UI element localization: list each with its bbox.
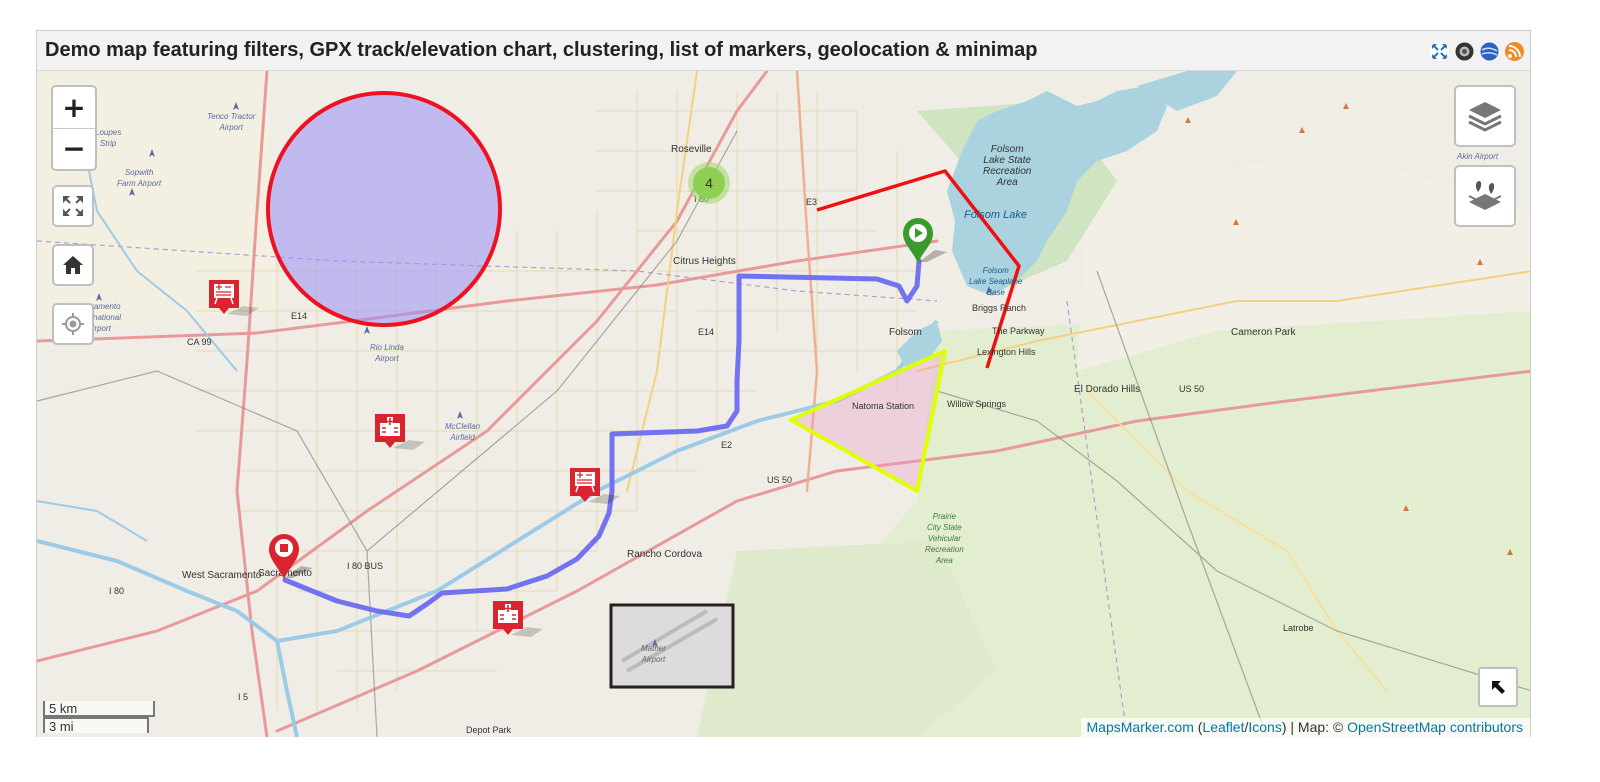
label-mather-text: Mather Airport — [641, 644, 666, 664]
label-akin-text: Akin Airport — [1457, 152, 1499, 161]
label-el-dorado-hills: El Dorado Hills — [1074, 384, 1141, 395]
label-mather: Mather Airport — [641, 643, 666, 665]
label-latrobe: Latrobe — [1283, 623, 1314, 633]
scale-imperial: 3 mi — [43, 717, 149, 734]
label-cameron-park: Cameron Park — [1231, 327, 1296, 338]
label-willow-springs: Willow Springs — [947, 399, 1007, 409]
label-folsom-lake-sra: Folsom Lake State Recreation Area — [983, 144, 1031, 188]
geolocate-button[interactable] — [52, 303, 94, 345]
label-mcclellan: McClellan Airfield — [445, 421, 480, 443]
label-rio-linda-text: Rio Linda Airport — [370, 343, 404, 363]
label-folsom-lake: Folsom Lake — [964, 209, 1027, 221]
map-canvas[interactable]: Roseville Citrus Heights Folsom El Dorad… — [37, 71, 1530, 737]
basemap — [37, 71, 1530, 737]
label-depot-park: Depot Park — [466, 725, 512, 735]
map-header: Demo map featuring filters, GPX track/el… — [37, 31, 1530, 71]
fullscreen-icon[interactable] — [1430, 42, 1449, 61]
label-ca99: CA 99 — [187, 337, 212, 347]
home-button[interactable] — [52, 244, 94, 286]
arrow-up-left-icon — [1492, 681, 1505, 694]
label-e2: E2 — [721, 440, 733, 450]
kml-icon[interactable] — [1480, 42, 1499, 61]
label-rancho-cordova: Rancho Cordova — [627, 549, 703, 560]
scale-metric: 5 km — [43, 701, 155, 717]
label-tenco-text: Tenco Tractor Airport — [207, 112, 256, 132]
label-roseville: Roseville — [671, 144, 712, 155]
label-natoma: Natoma Station — [852, 401, 915, 411]
zoom-control: + − — [51, 85, 97, 171]
label-us50-east: US 50 — [1179, 384, 1205, 394]
label-rio-linda: Rio Linda Airport — [370, 342, 404, 364]
hospital-marker-south[interactable] — [491, 599, 547, 641]
label-seaplane: Folsom Lake Seaplane Base — [969, 265, 1022, 298]
label-mcclellan-text: McClellan Airfield — [445, 422, 481, 442]
header-icons — [1430, 42, 1524, 61]
zoom-out-button[interactable]: − — [53, 127, 95, 170]
label-lexington-hills: Lexington Hills — [977, 347, 1036, 357]
label-sopwith-text: Sopwith Farm Airport — [117, 168, 162, 188]
attribution-middle: ) | Map: © — [1281, 719, 1348, 735]
label-the-parkway: The Parkway — [992, 326, 1045, 336]
attribution: MapsMarker.com (Leaflet/Icons) | Map: © … — [1080, 718, 1530, 737]
school-marker-north[interactable] — [207, 278, 263, 318]
zoom-in-button[interactable]: + — [53, 87, 95, 128]
label-west-sacramento: West Sacramento — [182, 570, 262, 581]
cluster-count: 4 — [693, 167, 725, 199]
label-folsom-lake-sra-text: Folsom Lake State Recreation Area — [983, 144, 1032, 188]
hospital-marker-north[interactable] — [373, 412, 429, 454]
map-title: Demo map featuring filters, GPX track/el… — [45, 39, 1038, 61]
minimap-toggle-button[interactable] — [1478, 667, 1518, 707]
label-e14: E14 — [698, 327, 715, 337]
track-end-marker[interactable] — [267, 530, 317, 582]
label-prairie-text: Prairie City State Vehicular Recreation … — [925, 512, 964, 565]
label-loupes: Loupes Strip — [95, 127, 121, 149]
scale-control: 5 km 3 mi — [43, 701, 155, 734]
fullscreen-button[interactable] — [52, 185, 94, 227]
gpx-icon[interactable] — [1455, 42, 1474, 61]
label-loupes-text: Loupes Strip — [95, 128, 122, 148]
label-us50: US 50 — [767, 475, 793, 485]
label-folsom: Folsom — [889, 327, 922, 338]
label-tenco: Tenco Tractor Airport — [207, 111, 255, 133]
map-panel: Demo map featuring filters, GPX track/el… — [36, 30, 1531, 737]
expand-icon — [63, 196, 83, 216]
osm-link[interactable]: OpenStreetMap contributors — [1347, 719, 1523, 735]
label-seaplane-text: Folsom Lake Seaplane Base — [969, 266, 1023, 297]
layers-control[interactable] — [1454, 85, 1516, 147]
school-marker-south[interactable] — [568, 466, 624, 508]
layers-icon — [1468, 102, 1502, 132]
marker-cluster[interactable]: 4 — [688, 162, 730, 204]
icons-link[interactable]: Icons — [1248, 719, 1281, 735]
home-icon — [63, 256, 83, 274]
filter-layers-control[interactable] — [1454, 165, 1516, 227]
label-prairie: Prairie City State Vehicular Recreation … — [925, 511, 964, 566]
label-e3: E3 — [806, 197, 818, 207]
leaflet-link[interactable]: Leaflet — [1202, 719, 1244, 735]
label-e14-west: E14 — [291, 311, 308, 321]
map-pin-layers-icon — [1468, 181, 1502, 210]
track-start-marker[interactable] — [901, 216, 951, 266]
rss-icon[interactable] — [1505, 42, 1524, 61]
label-briggs-ranch: Briggs Ranch — [972, 303, 1027, 313]
label-citrus-heights: Citrus Heights — [673, 256, 736, 267]
label-i80-west: I 80 — [109, 586, 125, 596]
mapsmarker-link[interactable]: MapsMarker.com — [1087, 719, 1194, 735]
label-sopwith: Sopwith Farm Airport — [117, 167, 161, 189]
crosshair-icon — [62, 313, 84, 335]
label-i5: I 5 — [238, 692, 249, 702]
label-akin: Akin Airport — [1457, 151, 1498, 162]
label-i80bus: I 80 BUS — [347, 561, 384, 571]
